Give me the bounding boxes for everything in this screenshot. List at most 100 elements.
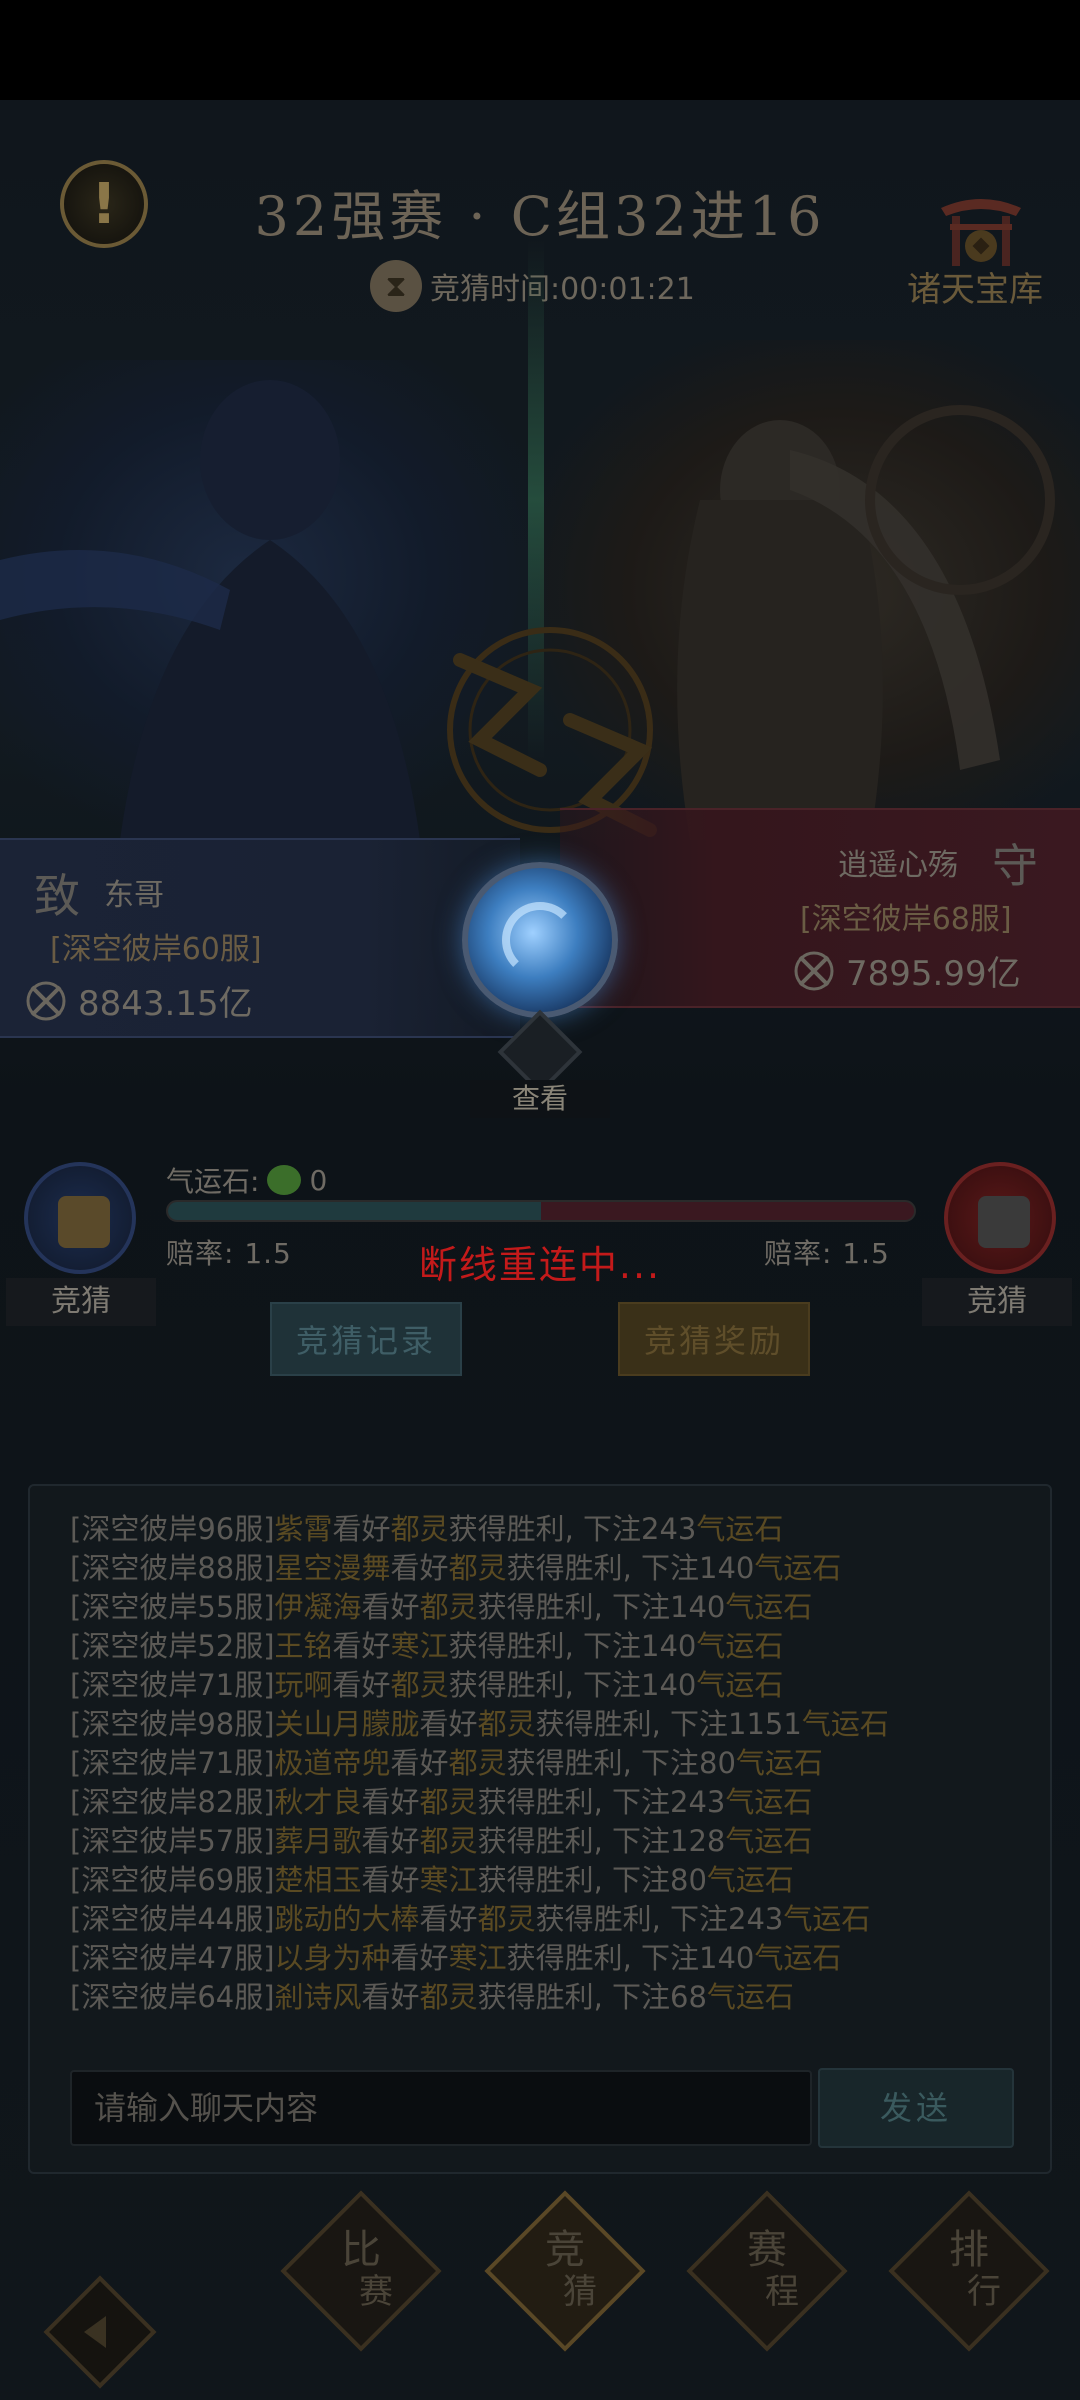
chat-mid2: 获得胜利, 下注 [477, 1785, 671, 1819]
chat-message: [深空彼岸82服]秋才良看好都灵获得胜利, 下注243气运石 [70, 1783, 1020, 1822]
crossed-swords-icon [794, 951, 834, 990]
back-nav-icon[interactable] [40, 2272, 160, 2392]
chat-mid2: 获得胜利, 下注 [448, 1629, 642, 1663]
chat-mid: 看好 [361, 1863, 420, 1897]
chat-server: [深空彼岸64服] [70, 1980, 275, 2014]
chat-unit: 气运石 [725, 1785, 813, 1819]
chat-server: [深空彼岸69服] [70, 1863, 275, 1897]
chat-message: [深空彼岸52服]王铭看好寒江获得胜利, 下注140气运石 [70, 1627, 1020, 1666]
chat-team: 都灵 [390, 1668, 449, 1702]
chat-team: 寒江 [419, 1863, 478, 1897]
chat-amount: 1151 [728, 1707, 802, 1741]
chat-server: [深空彼岸52服] [70, 1629, 275, 1663]
chat-amount: 80 [670, 1863, 707, 1897]
chat-server: [深空彼岸71服] [70, 1746, 275, 1780]
chat-input[interactable]: 请输入聊天内容 [70, 2070, 812, 2146]
swirl-icon [502, 902, 578, 978]
treasury-label: 诸天宝库 [907, 270, 1043, 310]
player-name: 逍遥心殇 [838, 848, 958, 883]
chat-mid: 看好 [419, 1902, 478, 1936]
chat-team: 都灵 [448, 1551, 507, 1585]
chat-mid2: 获得胜利, 下注 [477, 1590, 671, 1624]
chat-player: 秋才良 [274, 1785, 362, 1819]
player-server: [深空彼岸60服] [50, 932, 262, 967]
nav-label-bottom: 程 [765, 2272, 799, 2312]
chat-server: [深空彼岸98服] [70, 1707, 275, 1741]
chat-mid: 看好 [390, 1941, 449, 1975]
chat-unit: 气运石 [706, 1980, 794, 2014]
chat-server: [深空彼岸96服] [70, 1512, 275, 1546]
chat-mid2: 获得胜利, 下注 [448, 1668, 642, 1702]
nav-tab-1[interactable]: 比赛 [280, 2190, 442, 2352]
chat-team: 都灵 [448, 1746, 507, 1780]
chat-amount: 68 [670, 1980, 707, 2014]
chat-unit: 气运石 [696, 1668, 784, 1702]
view-orb-button[interactable] [462, 862, 618, 1018]
chat-message: [深空彼岸64服]剎诗风看好都灵获得胜利, 下注68气运石 [70, 1978, 1020, 2017]
chat-server: [深空彼岸88服] [70, 1551, 275, 1585]
nav-label-top: 排 [949, 2227, 989, 2273]
chat-server: [深空彼岸71服] [70, 1668, 275, 1702]
bet-split-fill [168, 1202, 541, 1220]
chat-mid: 看好 [332, 1629, 391, 1663]
chat-mid: 看好 [332, 1512, 391, 1546]
chat-unit: 气运石 [696, 1512, 784, 1546]
player-power: 8843.15亿 [24, 976, 253, 1025]
chat-player: 以身为种 [274, 1941, 391, 1975]
fortune-stone-icon [267, 1165, 302, 1195]
nav-label-bottom: 行 [967, 2272, 1001, 2312]
chat-mid: 看好 [361, 1980, 420, 2014]
chat-amount: 80 [699, 1746, 736, 1780]
chat-amount: 128 [670, 1824, 726, 1858]
nav-tab-2[interactable]: 竞猜 [484, 2190, 646, 2352]
chat-server: [深空彼岸57服] [70, 1824, 275, 1858]
chat-player: 玩啊 [274, 1668, 333, 1702]
chat-team: 都灵 [419, 1980, 478, 2014]
guess-timer: ⧗ 竞猜时间:00:01:21 [370, 258, 730, 314]
chat-amount: 140 [641, 1629, 697, 1663]
nav-tab-label: 比赛 [286, 2196, 436, 2346]
nav-tab-3[interactable]: 赛程 [686, 2190, 848, 2352]
chat-player: 关山月朦胧 [274, 1707, 420, 1741]
chat-team: 寒江 [390, 1629, 449, 1663]
chat-mid2: 获得胜利, 下注 [535, 1902, 729, 1936]
nav-label-top: 竞 [545, 2227, 585, 2273]
chat-message: [深空彼岸57服]葬月歌看好都灵获得胜利, 下注128气运石 [70, 1822, 1020, 1861]
game-screen: ! 32强赛 · C组32进16 ⧗ 竞猜时间:00:01:21 诸天宝库 致 … [0, 0, 1080, 2400]
chat-mid: 看好 [361, 1590, 420, 1624]
view-button[interactable]: 查看 [470, 1080, 610, 1118]
nav-label-top: 赛 [747, 2227, 787, 2273]
nav-tab-label: 赛程 [692, 2196, 842, 2346]
chat-message: [深空彼岸96服]紫霄看好都灵获得胜利, 下注243气运石 [70, 1510, 1020, 1549]
guess-reward-button[interactable]: 竞猜奖励 [618, 1302, 810, 1376]
chat-unit: 气运石 [706, 1863, 794, 1897]
chat-team: 都灵 [390, 1512, 449, 1546]
nav-label-bottom: 猜 [563, 2272, 597, 2312]
player-server: [深空彼岸68服] [800, 902, 1012, 937]
reconnect-status: 断线重连中... [418, 1243, 662, 1287]
chat-team: 寒江 [448, 1941, 507, 1975]
chat-unit: 气运石 [725, 1590, 813, 1624]
send-button[interactable]: 发送 [818, 2068, 1014, 2148]
chat-mid2: 获得胜利, 下注 [506, 1746, 700, 1780]
nav-tab-4[interactable]: 排行 [888, 2190, 1050, 2352]
chat-server: [深空彼岸82服] [70, 1785, 275, 1819]
chat-mid: 看好 [361, 1785, 420, 1819]
chat-message: [深空彼岸98服]关山月朦胧看好都灵获得胜利, 下注1151气运石 [70, 1705, 1020, 1744]
chat-mid: 看好 [419, 1707, 478, 1741]
chat-mid: 看好 [332, 1668, 391, 1702]
chat-mid2: 获得胜利, 下注 [448, 1512, 642, 1546]
treasury-button[interactable]: 诸天宝库 [880, 190, 1070, 320]
chat-log[interactable]: [深空彼岸96服]紫霄看好都灵获得胜利, 下注243气运石 [深空彼岸88服]星空… [70, 1510, 1020, 2017]
player-power-value: 8843.15亿 [78, 984, 253, 1024]
guess-record-button[interactable]: 竞猜记录 [270, 1302, 462, 1376]
nav-label-top: 比 [341, 2227, 381, 2273]
chat-message: [深空彼岸88服]星空漫舞看好都灵获得胜利, 下注140气运石 [70, 1549, 1020, 1588]
chat-server: [深空彼岸44服] [70, 1902, 275, 1936]
chat-unit: 气运石 [754, 1551, 842, 1585]
chat-message: [深空彼岸71服]极道帝兜看好都灵获得胜利, 下注80气运石 [70, 1744, 1020, 1783]
chat-player: 楚相玉 [274, 1863, 362, 1897]
chat-unit: 气运石 [725, 1824, 813, 1858]
chat-message: [深空彼岸44服]跳动的大棒看好都灵获得胜利, 下注243气运石 [70, 1900, 1020, 1939]
chat-player: 跳动的大棒 [274, 1902, 420, 1936]
